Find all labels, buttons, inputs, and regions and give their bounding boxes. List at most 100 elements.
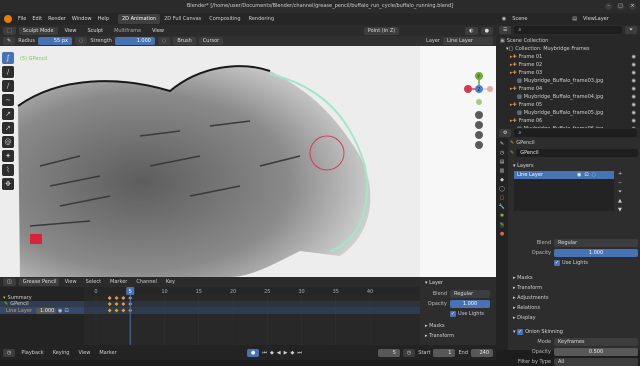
- visibility-icon[interactable]: ◉: [632, 78, 636, 84]
- layer-onion-icon[interactable]: ◌: [592, 172, 596, 178]
- grab-tool-icon[interactable]: ↗: [2, 108, 14, 120]
- channel-line-layer-opacity[interactable]: 1.000: [36, 307, 56, 314]
- tab-2d-full-canvas[interactable]: 2D Full Canvas: [160, 14, 205, 24]
- radius-pressure-icon[interactable]: ◌: [74, 37, 88, 45]
- jump-end-icon[interactable]: ⏭: [297, 350, 302, 356]
- play-reverse-icon[interactable]: ◀: [277, 350, 281, 356]
- onion-mode-select[interactable]: Keyframes: [554, 338, 638, 346]
- properties-editor[interactable]: ⚙ ⌕ ✎ ◷ ▤ ▥ ◆ ◯ ▢ 🔧 ✱ ✎ ● ✎ GPencil ✎ GPen…: [496, 128, 640, 366]
- editor-type-dopesheet-icon[interactable]: ◫: [3, 278, 16, 286]
- menu-help[interactable]: Help: [95, 16, 112, 22]
- output-tab-icon[interactable]: ▤: [500, 159, 505, 165]
- visibility-icon[interactable]: ◉: [632, 54, 636, 60]
- multiframe-toggle[interactable]: Multiframe: [110, 27, 145, 35]
- visibility-icon[interactable]: ◉: [632, 102, 636, 108]
- timeline-editor-icon[interactable]: ◷: [3, 348, 16, 357]
- dopesheet-menu-select[interactable]: Select: [83, 279, 104, 285]
- material-tab-icon[interactable]: ●: [500, 231, 504, 237]
- dopesheet-editor[interactable]: ◫ Grease Pencil View Select Marker Chann…: [0, 277, 420, 345]
- channel-visibility-icon[interactable]: ◉: [58, 308, 62, 314]
- grid-icon[interactable]: [475, 141, 483, 149]
- object-tab-icon[interactable]: ▢: [500, 195, 505, 201]
- layer-menu-icon[interactable]: ⏷: [618, 189, 622, 195]
- collection-row[interactable]: ▾▢ Collection: Muybridge Frames: [496, 45, 640, 53]
- modifier-tab-icon[interactable]: 🔧: [499, 204, 505, 210]
- pinch-tool-icon[interactable]: ✦: [2, 150, 14, 162]
- onion-opacity-field[interactable]: 0.500: [554, 348, 638, 356]
- minimize-icon[interactable]: –: [605, 3, 612, 10]
- menu-file[interactable]: File: [15, 16, 29, 22]
- keying-menu[interactable]: Keying: [50, 350, 73, 356]
- dopesheet-mode-selector[interactable]: Grease Pencil: [18, 278, 59, 286]
- camera-icon[interactable]: [475, 131, 483, 139]
- end-frame-field[interactable]: 240: [471, 348, 493, 357]
- panel-relations[interactable]: ▸ Relations: [510, 303, 638, 313]
- outliner-empty-row[interactable]: ▸✚ Frame 06 ◉: [496, 117, 640, 125]
- opacity-field[interactable]: 1.000: [554, 249, 638, 257]
- view-toggle[interactable]: View: [148, 27, 168, 35]
- maximize-icon[interactable]: □: [617, 3, 624, 10]
- clone-tool-icon[interactable]: ⌇: [2, 164, 14, 176]
- randomize-tool-icon[interactable]: ∼: [2, 94, 14, 106]
- pan-hand-icon[interactable]: [475, 121, 483, 129]
- viewlayer-selector[interactable]: ViewLayer: [580, 16, 640, 22]
- dopesheet-use-lights-row[interactable]: ✓ Use Lights: [450, 310, 496, 318]
- data-name-field[interactable]: GPencil: [516, 149, 638, 157]
- channel-line-layer[interactable]: Line Layer 1.000 ◉ ⊡: [0, 307, 84, 314]
- twist-tool-icon[interactable]: @: [2, 136, 14, 148]
- visibility-icon[interactable]: ◉: [632, 62, 636, 68]
- scene-collection-row[interactable]: ▣ Scene Collection: [496, 37, 640, 45]
- gizmo-x-axis[interactable]: [464, 85, 472, 93]
- preview-range-icon[interactable]: ◷: [402, 348, 416, 357]
- outliner-empty-row[interactable]: ▸✚ Frame 02 ◉: [496, 61, 640, 69]
- outliner-image-row[interactable]: ▨ Muybridge_Buffalo_frame05.jpg ◉: [496, 109, 640, 117]
- editor-type-icon[interactable]: ⬚: [3, 26, 16, 35]
- world-tab-icon[interactable]: ◯: [499, 186, 505, 192]
- outliner-search-input[interactable]: ⌕: [514, 26, 622, 34]
- viewlayer-icon[interactable]: ▤: [569, 16, 580, 22]
- cursor-dropdown[interactable]: Cursor: [198, 37, 224, 45]
- dopesheet-grid[interactable]: 0 5 10 15 20 25 30 35 40 5: [84, 287, 420, 345]
- gizmo-neg-x-axis[interactable]: [487, 86, 493, 92]
- move-layer-down-icon[interactable]: ▼: [618, 207, 622, 213]
- dopesheet-menu-marker[interactable]: Marker: [107, 279, 130, 285]
- visibility-icon[interactable]: ◉: [632, 86, 636, 92]
- outliner-image-row[interactable]: ▨ Muybridge_Buffalo_frame03.jpg ◉: [496, 77, 640, 85]
- dopesheet-use-lights-checkbox[interactable]: ✓: [450, 311, 456, 317]
- marker-menu[interactable]: Marker: [96, 350, 119, 356]
- add-layer-icon[interactable]: +: [618, 171, 622, 177]
- visibility-icon[interactable]: ◉: [632, 70, 636, 76]
- outliner-image-row[interactable]: ▨ Muybridge_Buffalo_frame04.jpg ◉: [496, 93, 640, 101]
- outliner-empty-row[interactable]: ▸✚ Frame 03 ◉: [496, 69, 640, 77]
- menu-window[interactable]: Window: [69, 16, 95, 22]
- brush-dropdown[interactable]: Brush: [173, 37, 196, 45]
- gizmo-neg-y-axis[interactable]: [476, 99, 482, 105]
- playback-menu[interactable]: Playback: [18, 350, 46, 356]
- record-icon[interactable]: ●: [247, 348, 260, 357]
- strength-pressure-icon[interactable]: ◌: [157, 37, 171, 45]
- keyframe-diamond[interactable]: [120, 295, 126, 301]
- dopesheet-menu-key[interactable]: Key: [163, 279, 178, 285]
- jump-start-icon[interactable]: ⏮: [262, 350, 267, 356]
- scene-tab-icon[interactable]: ◆: [500, 177, 504, 183]
- dopesheet-blend-select[interactable]: Regular: [450, 290, 490, 298]
- buffalo-canvas[interactable]: (5) GPencil Y Z: [0, 46, 496, 277]
- panel-adjustments[interactable]: ▸ Adjustments: [510, 293, 638, 303]
- zoom-icon[interactable]: [475, 111, 483, 119]
- dopesheet-masks-panel[interactable]: ▸ Masks: [420, 320, 496, 332]
- push-tool-icon[interactable]: ➚: [2, 122, 14, 134]
- tab-2d-animation[interactable]: 2D Animation: [118, 14, 161, 24]
- dopesheet-menu-channel[interactable]: Channel: [133, 279, 160, 285]
- data-tab-icon[interactable]: ✎: [499, 222, 505, 228]
- panel-transform[interactable]: ▸ Transform: [510, 283, 638, 293]
- remove-layer-icon[interactable]: −: [618, 180, 622, 186]
- view-menu-timeline[interactable]: View: [75, 350, 93, 356]
- scene-selector[interactable]: Scene: [509, 16, 569, 22]
- brush-icon[interactable]: ✎: [3, 37, 16, 45]
- effects-tab-icon[interactable]: ✱: [500, 213, 504, 219]
- thickness-tool-icon[interactable]: /: [2, 66, 14, 78]
- current-frame-field[interactable]: 5: [377, 348, 400, 357]
- use-lights-row[interactable]: ✓ Use Lights: [554, 259, 638, 267]
- strength-field[interactable]: 1.000: [114, 37, 155, 45]
- visibility-icon[interactable]: ◉: [632, 94, 636, 100]
